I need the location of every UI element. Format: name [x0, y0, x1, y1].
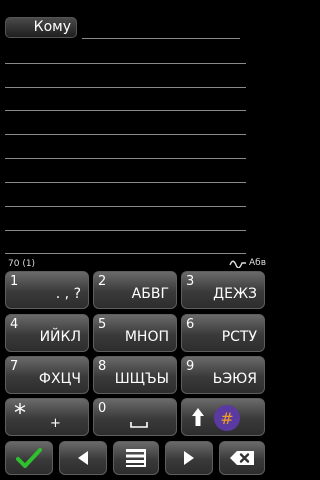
checkmark-icon	[16, 448, 42, 468]
key-3[interactable]: 3 ДЕЖЗ	[181, 271, 265, 309]
key-number: 6	[186, 317, 195, 332]
key-number: 9	[186, 359, 195, 374]
character-counter: 70 (1)	[8, 259, 36, 269]
key-8[interactable]: 8 ШЩЪЫ	[93, 356, 177, 394]
input-mode-indicator[interactable]: Абв	[229, 258, 266, 268]
key-2[interactable]: 2 АБВГ	[93, 271, 177, 309]
key-4[interactable]: 4 ИЙКЛ	[5, 314, 89, 352]
key-plus-symbol: +	[50, 416, 61, 431]
text-line	[5, 253, 246, 254]
shift-arrow-icon	[192, 408, 204, 426]
text-line	[5, 134, 246, 135]
key-number: 0	[98, 401, 107, 416]
key-number: 8	[98, 359, 107, 374]
text-line	[5, 230, 246, 231]
key-number: 7	[10, 359, 19, 374]
key-star-symbol: *	[14, 399, 26, 427]
menu-list-icon	[126, 449, 146, 467]
key-letters: ЬЭЮЯ	[212, 371, 257, 387]
key-number: 2	[98, 274, 107, 289]
key-letters: МНОП	[124, 329, 169, 345]
key-letters: ИЙКЛ	[39, 329, 81, 345]
backspace-button[interactable]	[219, 441, 265, 475]
key-number: 5	[98, 317, 107, 332]
key-letters: РСТУ	[221, 329, 257, 345]
text-line	[5, 63, 246, 64]
space-icon	[130, 422, 148, 428]
arrow-right-icon	[184, 451, 194, 465]
key-9[interactable]: 9 ЬЭЮЯ	[181, 356, 265, 394]
key-letters: АБВГ	[131, 286, 169, 302]
key-letters: ШЩЪЫ	[114, 371, 169, 387]
accept-button[interactable]	[5, 441, 53, 475]
key-0[interactable]: 0	[93, 398, 177, 436]
key-number: 4	[10, 317, 19, 332]
arrow-left-icon	[78, 451, 88, 465]
key-letters: ДЕЖЗ	[213, 286, 257, 302]
cursor-right-button[interactable]	[165, 441, 213, 475]
key-shift[interactable]: #	[181, 398, 265, 436]
menu-button[interactable]	[113, 441, 159, 475]
hash-symbol-badge: #	[214, 405, 240, 431]
to-recipient-button[interactable]: Кому	[5, 17, 77, 38]
predictive-text-icon	[229, 260, 246, 268]
key-6[interactable]: 6 РСТУ	[181, 314, 265, 352]
text-line	[5, 182, 246, 183]
key-letters: . , ?	[55, 286, 81, 302]
key-1[interactable]: 1 . , ?	[5, 271, 89, 309]
cursor-left-button[interactable]	[59, 441, 107, 475]
recipient-input-underline[interactable]	[82, 38, 240, 39]
key-number: 3	[186, 274, 195, 289]
text-line	[5, 158, 246, 159]
key-star[interactable]: * +	[5, 398, 89, 436]
input-mode-label: Абв	[248, 258, 266, 268]
text-line	[5, 206, 246, 207]
key-letters: ФХЦЧ	[38, 371, 81, 387]
text-line	[5, 110, 246, 111]
key-7[interactable]: 7 ФХЦЧ	[5, 356, 89, 394]
key-number: 1	[10, 274, 19, 289]
key-5[interactable]: 5 МНОП	[93, 314, 177, 352]
text-line	[5, 87, 246, 88]
backspace-icon	[230, 451, 254, 465]
